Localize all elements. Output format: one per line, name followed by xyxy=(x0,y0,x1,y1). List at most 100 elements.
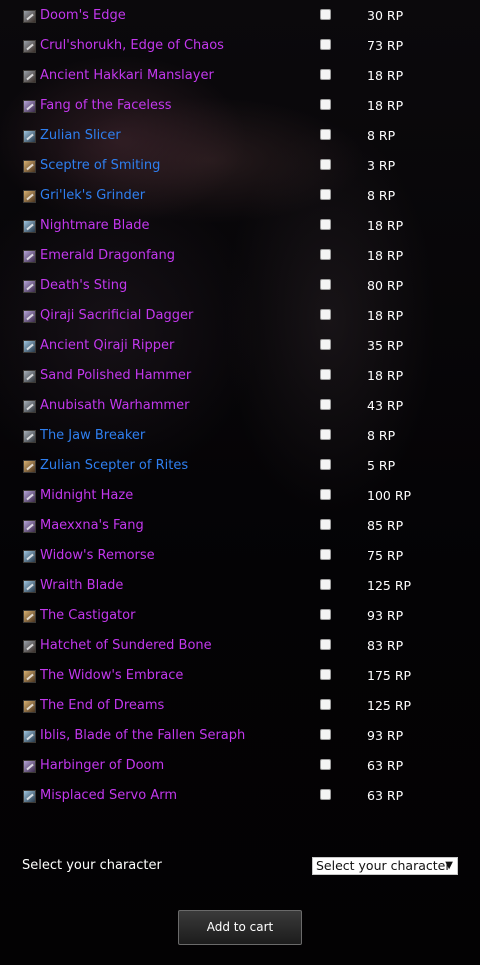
item-name-link[interactable]: Wraith Blade xyxy=(40,578,123,594)
item-name-link[interactable]: Sand Polished Hammer xyxy=(40,368,191,384)
item-price: 63 RP xyxy=(367,758,404,773)
item-checkbox[interactable] xyxy=(320,309,331,320)
item-name-link[interactable]: Fang of the Faceless xyxy=(40,98,172,114)
item-name-link[interactable]: Misplaced Servo Arm xyxy=(40,788,177,804)
character-select[interactable]: Select your character ▼ xyxy=(312,857,458,875)
item-checkbox[interactable] xyxy=(320,339,331,350)
item-checkbox[interactable] xyxy=(320,609,331,620)
item-checkbox[interactable] xyxy=(320,699,331,710)
item-row: Zulian Slicer 8 RP xyxy=(0,121,480,151)
item-checkbox[interactable] xyxy=(320,369,331,380)
item-checkbox[interactable] xyxy=(320,669,331,680)
item-checkbox[interactable] xyxy=(320,549,331,560)
item-name-link[interactable]: The Widow's Embrace xyxy=(40,668,183,684)
item-price: 175 RP xyxy=(367,668,412,683)
sword-icon xyxy=(23,580,36,593)
item-row: The Widow's Embrace 175 RP xyxy=(0,661,480,691)
item-row: Emerald Dragonfang 18 RP xyxy=(0,241,480,271)
item-name-link[interactable]: Anubisath Warhammer xyxy=(40,398,189,414)
mace-icon xyxy=(23,460,36,473)
item-checkbox[interactable] xyxy=(320,459,331,470)
item-name-link[interactable]: Iblis, Blade of the Fallen Seraph xyxy=(40,728,245,744)
item-checkbox[interactable] xyxy=(320,129,331,140)
item-checkbox[interactable] xyxy=(320,519,331,530)
hammer-icon xyxy=(23,430,36,443)
item-price: 18 RP xyxy=(367,218,404,233)
item-name-link[interactable]: Emerald Dragonfang xyxy=(40,248,175,264)
dagger-icon xyxy=(23,310,36,323)
item-name-link[interactable]: Harbinger of Doom xyxy=(40,758,164,774)
item-checkbox[interactable] xyxy=(320,99,331,110)
mace-icon xyxy=(23,190,36,203)
item-name-link[interactable]: The End of Dreams xyxy=(40,698,164,714)
item-name-link[interactable]: Gri'lek's Grinder xyxy=(40,188,145,204)
character-label: Select your character xyxy=(22,858,162,873)
item-row: The Castigator 93 RP xyxy=(0,601,480,631)
item-price: 3 RP xyxy=(367,158,396,173)
item-name-link[interactable]: Nightmare Blade xyxy=(40,218,150,234)
sword-icon xyxy=(23,790,36,803)
item-row: Maexxna's Fang 85 RP xyxy=(0,511,480,541)
mace-icon xyxy=(23,700,36,713)
axe-icon xyxy=(23,640,36,653)
item-row: Ancient Qiraji Ripper 35 RP xyxy=(0,331,480,361)
dagger-icon xyxy=(23,280,36,293)
item-checkbox[interactable] xyxy=(320,579,331,590)
item-name-link[interactable]: Crul'shorukh, Edge of Chaos xyxy=(40,38,224,54)
dagger-icon xyxy=(23,490,36,503)
item-price: 93 RP xyxy=(367,608,404,623)
item-checkbox[interactable] xyxy=(320,279,331,290)
item-row: The Jaw Breaker 8 RP xyxy=(0,421,480,451)
item-name-link[interactable]: The Castigator xyxy=(40,608,135,624)
sword-icon xyxy=(23,340,36,353)
item-name-link[interactable]: Zulian Slicer xyxy=(40,128,121,144)
item-row: Doom's Edge 30 RP xyxy=(0,1,480,31)
mace-icon xyxy=(23,160,36,173)
item-price: 5 RP xyxy=(367,458,396,473)
item-checkbox[interactable] xyxy=(320,189,331,200)
mace-icon xyxy=(23,670,36,683)
item-name-link[interactable]: Ancient Qiraji Ripper xyxy=(40,338,174,354)
item-name-link[interactable]: Midnight Haze xyxy=(40,488,133,504)
item-name-link[interactable]: Doom's Edge xyxy=(40,8,126,24)
item-name-link[interactable]: The Jaw Breaker xyxy=(40,428,145,444)
item-price: 18 RP xyxy=(367,368,404,383)
sword-icon xyxy=(23,730,36,743)
item-price: 125 RP xyxy=(367,578,412,593)
axe-icon xyxy=(23,70,36,83)
item-checkbox[interactable] xyxy=(320,729,331,740)
item-price: 35 RP xyxy=(367,338,404,353)
item-checkbox[interactable] xyxy=(320,429,331,440)
item-checkbox[interactable] xyxy=(320,159,331,170)
item-checkbox[interactable] xyxy=(320,249,331,260)
item-price: 93 RP xyxy=(367,728,404,743)
item-checkbox[interactable] xyxy=(320,399,331,410)
item-price: 83 RP xyxy=(367,638,404,653)
dagger-icon xyxy=(23,520,36,533)
item-name-link[interactable]: Zulian Scepter of Rites xyxy=(40,458,188,474)
item-name-link[interactable]: Qiraji Sacrificial Dagger xyxy=(40,308,193,324)
item-checkbox[interactable] xyxy=(320,9,331,20)
item-row: Iblis, Blade of the Fallen Seraph 93 RP xyxy=(0,721,480,751)
item-name-link[interactable]: Sceptre of Smiting xyxy=(40,158,160,174)
item-row: The End of Dreams 125 RP xyxy=(0,691,480,721)
item-checkbox[interactable] xyxy=(320,39,331,50)
item-name-link[interactable]: Death's Sting xyxy=(40,278,127,294)
item-checkbox[interactable] xyxy=(320,69,331,80)
sword-icon xyxy=(23,130,36,143)
item-checkbox[interactable] xyxy=(320,489,331,500)
mace-icon xyxy=(23,610,36,623)
item-row: Zulian Scepter of Rites 5 RP xyxy=(0,451,480,481)
item-name-link[interactable]: Maexxna's Fang xyxy=(40,518,144,534)
item-checkbox[interactable] xyxy=(320,759,331,770)
item-checkbox[interactable] xyxy=(320,789,331,800)
item-checkbox[interactable] xyxy=(320,219,331,230)
item-checkbox[interactable] xyxy=(320,639,331,650)
item-name-link[interactable]: Widow's Remorse xyxy=(40,548,155,564)
item-name-link[interactable]: Hatchet of Sundered Bone xyxy=(40,638,212,654)
dagger-icon xyxy=(23,250,36,263)
item-name-link[interactable]: Ancient Hakkari Manslayer xyxy=(40,68,214,84)
item-row: Wraith Blade 125 RP xyxy=(0,571,480,601)
add-to-cart-button[interactable]: Add to cart xyxy=(178,910,302,945)
hammer-icon xyxy=(23,370,36,383)
